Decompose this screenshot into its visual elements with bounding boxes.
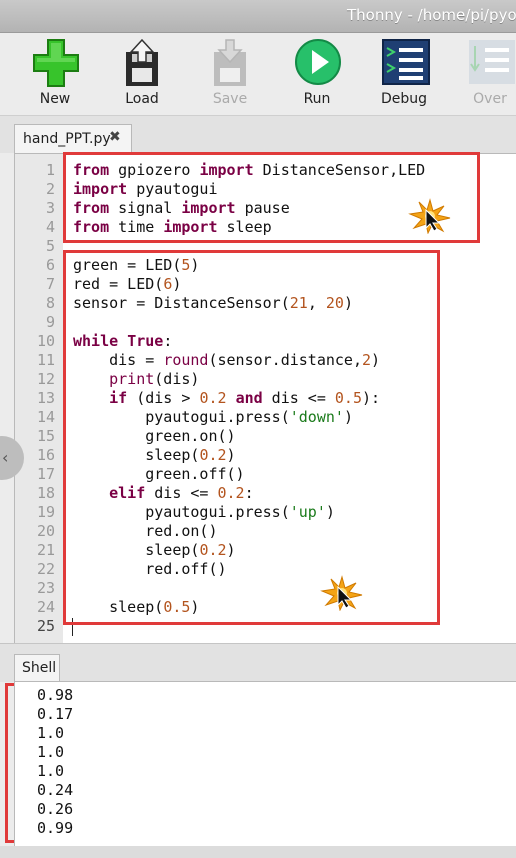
save-label: Save: [212, 91, 248, 107]
line-number: 14: [36, 408, 55, 426]
save-button[interactable]: Save: [195, 33, 265, 115]
editor-tab-strip: hand_PPT.py ✖: [0, 116, 516, 154]
click-marker-icon: [408, 198, 451, 234]
step-over-icon: [469, 40, 515, 84]
over-button[interactable]: Over: [455, 33, 516, 115]
window-title: Thonny - /home/pi/pyo: [347, 6, 516, 24]
shell-output-line: 0.17: [37, 705, 74, 723]
line-number: 25: [36, 617, 55, 635]
shell-output-line: 1.0: [37, 762, 65, 780]
line-number: 15: [36, 427, 55, 445]
line-number: 5: [45, 237, 55, 255]
debug-label: Debug: [380, 91, 428, 107]
run-play-icon: [295, 39, 341, 85]
load-label: Load: [125, 91, 159, 107]
new-label: New: [39, 91, 71, 107]
new-file-plus-icon: [33, 39, 79, 87]
title-bar: Thonny - /home/pi/pyo: [0, 0, 516, 33]
line-number: 19: [36, 503, 55, 521]
new-button[interactable]: New: [20, 33, 90, 115]
status-bar: [0, 846, 516, 858]
chevron-left-icon: ‹: [2, 448, 9, 467]
save-disk-icon: [214, 39, 246, 86]
line-number: 6: [45, 256, 55, 274]
tab-shell[interactable]: Shell: [14, 654, 60, 683]
shell-output-line: 0.98: [37, 686, 74, 704]
shell-output-line: 0.24: [37, 781, 74, 799]
tab-hand-ppt[interactable]: hand_PPT.py ✖: [14, 124, 132, 154]
shell-output-line: 0.99: [37, 819, 74, 837]
highlight-box-loop: [63, 250, 440, 625]
line-number: 13: [36, 389, 55, 407]
line-number: 2: [45, 180, 55, 198]
shell-output-line: 1.0: [37, 743, 65, 761]
load-folder-icon: [126, 38, 158, 86]
shell-tab-label: Shell: [22, 660, 57, 676]
line-number: 24: [36, 598, 55, 616]
debug-button[interactable]: Debug: [369, 33, 439, 115]
close-icon[interactable]: ✖: [109, 129, 121, 145]
line-number: 11: [36, 351, 55, 369]
over-label: Over: [473, 91, 507, 107]
line-number: 8: [45, 294, 55, 312]
click-marker-icon: [320, 575, 363, 611]
run-button[interactable]: Run: [282, 33, 352, 115]
tab-filename: hand_PPT.py: [23, 131, 111, 147]
line-number-gutter: 1 2 3 4 5 6 7 8 9 10 11 12 13 14 15 16 17 18 19 20 21 22 23 24 2…: [15, 154, 63, 644]
line-number: 22: [36, 560, 55, 578]
run-label: Run: [303, 91, 331, 107]
shell-tab-strip: Shell: [0, 643, 516, 683]
line-number: 3: [45, 199, 55, 217]
shell-panel[interactable]: 0.98 0.17 1.0 1.0 1.0 0.24 0.26 0.99: [14, 681, 516, 846]
toolbar: New Load Save Run Debug Over: [0, 33, 516, 116]
shell-output-line: 1.0: [37, 724, 65, 742]
line-number: 4: [45, 218, 55, 236]
debug-icon: [382, 39, 430, 85]
load-button[interactable]: Load: [107, 33, 177, 115]
shell-output-line: 0.26: [37, 800, 74, 818]
line-number: 20: [36, 522, 55, 540]
line-number: 23: [36, 579, 55, 597]
line-number: 10: [36, 332, 55, 350]
line-number: 1: [45, 161, 55, 179]
line-number: 21: [36, 541, 55, 559]
line-number: 7: [45, 275, 55, 293]
line-number: 18: [36, 484, 55, 502]
line-number: 9: [45, 313, 55, 331]
line-number: 12: [36, 370, 55, 388]
